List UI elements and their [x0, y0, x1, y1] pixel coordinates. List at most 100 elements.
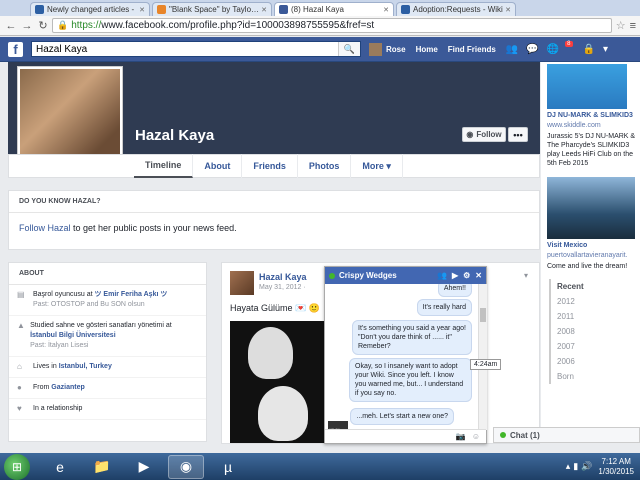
- nav-user-name[interactable]: Rose: [386, 45, 406, 54]
- about-item-education: ▲ Studied sahne ve gösteri sanatları yön…: [9, 316, 206, 357]
- search-box[interactable]: 🔍: [31, 41, 361, 57]
- chevron-down-icon[interactable]: ▾: [524, 271, 528, 280]
- close-icon[interactable]: ✕: [383, 6, 389, 14]
- lock-menu-icon[interactable]: 🔒: [583, 44, 595, 55]
- chat-label: Chat (1): [510, 430, 540, 440]
- year-link[interactable]: 2011: [551, 309, 613, 324]
- url-input[interactable]: 🔒 https:// www.facebook.com/profile.php?…: [52, 18, 612, 33]
- file-explorer-icon[interactable]: 📁: [84, 455, 120, 479]
- chat-contact-name[interactable]: Crispy Wedges: [339, 271, 432, 280]
- browser-tab-0[interactable]: Newly changed articles - ✕: [30, 2, 150, 16]
- about-item-lives: ⌂ Lives in Istanbul, Turkey: [9, 357, 206, 378]
- top-nav: Rose Home Find Friends: [369, 42, 506, 56]
- year-link[interactable]: 2007: [551, 339, 613, 354]
- emoji-icon[interactable]: ☺: [472, 432, 480, 441]
- tray-arrow-icon[interactable]: ▴: [566, 461, 571, 472]
- about-link[interactable]: Gaziantep: [51, 384, 84, 391]
- heart-icon: ♥: [17, 404, 22, 413]
- ad-image[interactable]: [547, 64, 627, 109]
- year-link-recent[interactable]: Recent: [551, 279, 613, 294]
- search-icon[interactable]: 🔍: [338, 42, 360, 56]
- close-icon[interactable]: ✕: [475, 271, 482, 280]
- facebook-logo-icon[interactable]: f: [8, 41, 23, 57]
- about-card: ABOUT ▤ Başrol oyuncusu at ツ Emir Feriha…: [8, 262, 207, 442]
- photo-face: [248, 327, 293, 379]
- ad-description: Come and live the dream!: [547, 263, 628, 270]
- add-friend-icon[interactable]: 👥: [437, 271, 447, 280]
- briefcase-icon: ▤: [17, 290, 25, 299]
- chat-message: ...meh. Let's start a new one?: [350, 408, 454, 425]
- tab-about[interactable]: About: [193, 154, 243, 178]
- follow-button[interactable]: ◉ Follow: [462, 127, 506, 142]
- ad-title[interactable]: DJ NU-MARK & SLIMKID3: [547, 112, 633, 119]
- tab-friends[interactable]: Friends: [242, 154, 298, 178]
- home-icon: ⌂: [17, 362, 22, 371]
- close-icon[interactable]: ✕: [139, 6, 145, 14]
- volume-icon[interactable]: 🔊: [581, 461, 592, 472]
- windows-taskbar: ⊞ e 📁 ▶ ◉ µ ▴ ▮ 🔊 7:12 AM 1/30/2015: [0, 453, 640, 480]
- search-input[interactable]: [36, 43, 338, 55]
- gear-icon[interactable]: ⚙: [463, 271, 470, 280]
- video-call-icon[interactable]: ▶: [452, 271, 458, 280]
- about-link[interactable]: ツ Emir Feriha Aşkı ツ: [94, 291, 167, 298]
- bookmark-star-icon[interactable]: ☆: [616, 19, 626, 32]
- nav-find-friends[interactable]: Find Friends: [448, 45, 496, 54]
- follow-link[interactable]: Follow Hazal: [19, 223, 71, 233]
- year-link[interactable]: 2008: [551, 324, 613, 339]
- chat-sidebar-toggle[interactable]: Chat (1): [493, 427, 640, 443]
- browser-tab-1[interactable]: "Blank Space" by Taylor S ✕: [152, 2, 272, 16]
- internet-explorer-icon[interactable]: e: [42, 455, 78, 479]
- reload-icon[interactable]: ↻: [36, 19, 50, 33]
- back-icon[interactable]: ←: [4, 19, 18, 33]
- utorrent-icon[interactable]: µ: [210, 455, 246, 479]
- more-options-button[interactable]: •••: [508, 127, 528, 142]
- nav-home[interactable]: Home: [416, 45, 438, 54]
- post-date[interactable]: May 31, 2012 ·: [259, 284, 306, 291]
- account-menu-icon[interactable]: ▾: [603, 44, 608, 55]
- about-link[interactable]: İstanbul Bilgi Üniversitesi: [30, 332, 116, 339]
- chat-input-bar[interactable]: 📷 ☺: [325, 429, 486, 443]
- year-link[interactable]: 2012: [551, 294, 613, 309]
- menu-icon[interactable]: ≡: [630, 20, 636, 32]
- avatar[interactable]: [369, 42, 382, 56]
- browser-tab-3[interactable]: Adoption:Requests - Wiki ✕: [396, 2, 516, 16]
- avatar[interactable]: [230, 271, 254, 295]
- network-icon[interactable]: ▮: [573, 461, 578, 472]
- system-clock[interactable]: 7:12 AM 1/30/2015: [598, 457, 634, 477]
- notifications-icon[interactable]: 🌐 8: [547, 40, 575, 55]
- friend-requests-icon[interactable]: 👥: [506, 44, 518, 55]
- tab-label: (8) Hazal Kaya: [291, 5, 344, 14]
- chat-scrollbar[interactable]: [478, 284, 487, 430]
- scrollbar-thumb[interactable]: [480, 308, 486, 322]
- ad-url[interactable]: puertovallartavieranayarit.: [547, 252, 628, 259]
- ad-image[interactable]: [547, 177, 635, 239]
- photo-face: [258, 386, 308, 441]
- year-link[interactable]: 2006: [551, 354, 613, 369]
- close-icon[interactable]: ✕: [261, 6, 267, 14]
- tab-label: Newly changed articles -: [47, 5, 135, 14]
- post-photo[interactable]: [230, 321, 325, 443]
- ad-url[interactable]: www.skiddle.com: [547, 122, 601, 129]
- post-author[interactable]: Hazal Kaya: [259, 272, 307, 282]
- close-icon[interactable]: ✕: [505, 6, 511, 14]
- about-link[interactable]: Istanbul, Turkey: [59, 363, 112, 370]
- ad-title[interactable]: Visit Mexico: [547, 242, 587, 249]
- profile-name[interactable]: Hazal Kaya: [135, 127, 214, 144]
- tab-timeline[interactable]: Timeline: [134, 154, 194, 178]
- browser-tab-2[interactable]: (8) Hazal Kaya ✕: [274, 2, 394, 16]
- chat-header[interactable]: Crispy Wedges 👥 ▶ ⚙ ✕: [325, 267, 486, 284]
- forward-icon[interactable]: →: [20, 19, 34, 33]
- media-player-icon[interactable]: ▶: [126, 455, 162, 479]
- tab-more[interactable]: More ▾: [351, 154, 403, 178]
- tab-photos[interactable]: Photos: [298, 154, 352, 178]
- card-body: Follow Hazal to get her public posts in …: [9, 213, 539, 243]
- year-link[interactable]: Born: [551, 369, 613, 384]
- camera-icon[interactable]: 📷: [456, 432, 466, 441]
- messages-icon[interactable]: 💬: [526, 44, 538, 55]
- start-button-icon[interactable]: ⊞: [4, 453, 30, 480]
- online-status-icon: [329, 272, 335, 279]
- lock-icon: 🔒: [57, 20, 69, 30]
- facebook-favicon-icon: [279, 5, 288, 14]
- clock-time: 7:12 AM: [601, 456, 631, 466]
- chrome-icon[interactable]: ◉: [168, 454, 204, 479]
